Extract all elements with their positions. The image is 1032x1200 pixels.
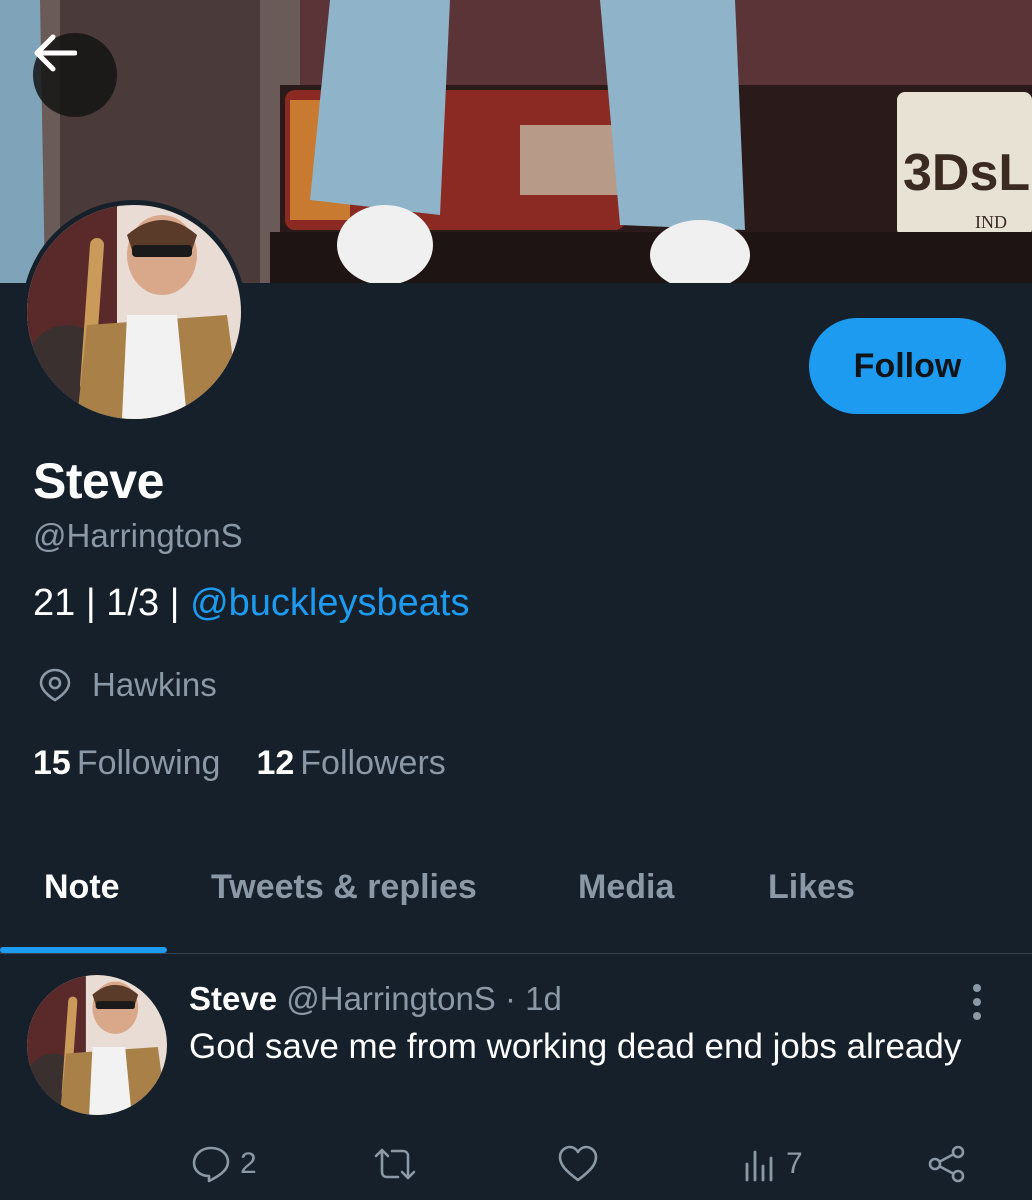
more-vertical-icon: [973, 984, 981, 1020]
following-link[interactable]: 15 Following: [33, 744, 220, 783]
tweet-meta: @HarringtonS · 1d: [286, 980, 562, 1017]
location-text: Hawkins: [92, 666, 217, 703]
views-button[interactable]: 7: [742, 1144, 803, 1184]
avatar[interactable]: [27, 205, 241, 419]
profile-location: Hawkins: [36, 666, 217, 704]
tab-media[interactable]: Media: [578, 868, 674, 907]
tweet-text: God save me from working dead end jobs a…: [189, 1027, 962, 1066]
plate-text: 3DsL: [903, 144, 1030, 202]
tweet-avatar[interactable]: [27, 975, 167, 1115]
bio-mention-link[interactable]: @buckleysbeats: [190, 582, 469, 624]
profile-handle: @HarringtonS: [33, 517, 243, 554]
reply-icon: [192, 1146, 230, 1183]
reply-button[interactable]: 2: [190, 1144, 257, 1184]
profile-bio: 21 | 1/3 | @buckleysbeats: [33, 582, 469, 625]
profile-name: Steve: [33, 453, 164, 509]
more-options-button[interactable]: [963, 982, 991, 1022]
tweet-author-name[interactable]: Steve: [189, 980, 277, 1017]
tabs-divider: [0, 953, 1032, 954]
tweet-actions: 2 7: [0, 1140, 1032, 1190]
followers-label: Followers: [300, 744, 446, 782]
plate-sub: IND: [975, 212, 1007, 232]
analytics-icon: [745, 1150, 773, 1182]
followers-link[interactable]: 12 Followers: [256, 744, 445, 783]
retweet-icon: [374, 1148, 416, 1180]
tab-tweets-replies[interactable]: Tweets & replies: [211, 868, 477, 907]
like-button[interactable]: [556, 1144, 600, 1184]
following-count: 15: [33, 744, 71, 782]
tab-note[interactable]: Note: [44, 868, 120, 907]
heart-icon: [558, 1145, 598, 1182]
profile-tabs: Note Tweets & replies Media Likes: [0, 843, 1032, 953]
tweet-avatar-image: [27, 975, 167, 1115]
share-icon: [928, 1145, 965, 1183]
tab-likes[interactable]: Likes: [768, 868, 855, 907]
profile-stats: 15 Following 12 Followers: [33, 744, 446, 783]
views-count: 7: [786, 1147, 803, 1180]
followers-count: 12: [256, 744, 295, 782]
share-button[interactable]: [926, 1144, 968, 1184]
following-label: Following: [76, 744, 221, 782]
avatar-image: [27, 205, 241, 419]
tweet-header: Steve @HarringtonS · 1d: [189, 980, 562, 1018]
bio-text: 21 | 1/3 |: [33, 582, 191, 624]
reply-count: 2: [240, 1147, 257, 1180]
retweet-button[interactable]: [372, 1144, 418, 1184]
follow-button[interactable]: Follow: [809, 318, 1006, 414]
location-pin-icon: [39, 668, 71, 702]
arrow-left-icon: [34, 34, 77, 72]
back-button[interactable]: [33, 33, 117, 117]
